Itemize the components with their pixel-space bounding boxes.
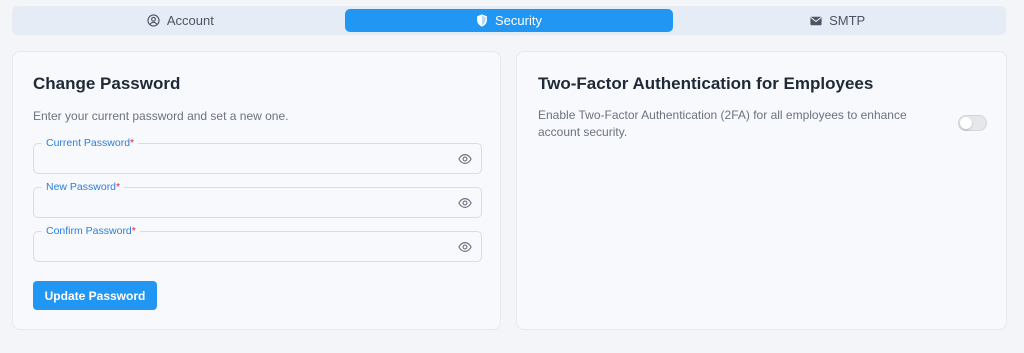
current-password-label: Current Password* — [42, 136, 139, 150]
change-password-card: Change Password Enter your current passw… — [12, 51, 501, 330]
tab-security-label: Security — [495, 13, 542, 28]
user-circle-icon — [147, 14, 160, 27]
tab-smtp-label: SMTP — [829, 13, 866, 28]
two-factor-title: Two-Factor Authentication for Employees — [538, 74, 874, 93]
current-password-input[interactable] — [44, 150, 444, 168]
two-factor-card: Two-Factor Authentication for Employees … — [516, 51, 1007, 330]
tab-security[interactable]: Security — [344, 9, 674, 32]
new-password-input[interactable] — [44, 194, 444, 212]
confirm-password-field: Confirm Password* — [33, 224, 482, 262]
two-factor-description: Enable Two-Factor Authentication (2FA) f… — [538, 108, 907, 139]
eye-icon[interactable] — [458, 241, 472, 253]
current-password-field: Current Password* — [33, 136, 482, 174]
shield-icon — [477, 14, 487, 27]
two-factor-toggle[interactable] — [958, 115, 987, 131]
new-password-label: New Password* — [42, 180, 125, 194]
eye-icon[interactable] — [458, 153, 472, 165]
eye-icon[interactable] — [458, 197, 472, 209]
envelope-icon — [810, 16, 822, 25]
confirm-password-label: Confirm Password* — [42, 224, 140, 238]
new-password-field: New Password* — [33, 180, 482, 218]
required-mark: * — [130, 137, 135, 149]
settings-tabs: Account Security SMTP — [12, 6, 1006, 35]
tab-account-label: Account — [166, 13, 214, 28]
required-mark: * — [131, 225, 136, 237]
toggle-knob — [960, 117, 972, 129]
tab-smtp[interactable]: SMTP — [673, 9, 1002, 32]
required-mark: * — [116, 181, 121, 193]
tab-account[interactable]: Account — [16, 9, 345, 32]
change-password-title: Change Password — [33, 74, 181, 93]
confirm-password-input[interactable] — [44, 238, 444, 256]
change-password-description: Enter your current password and set a ne… — [33, 109, 289, 123]
update-password-button[interactable]: Update Password — [33, 281, 157, 310]
